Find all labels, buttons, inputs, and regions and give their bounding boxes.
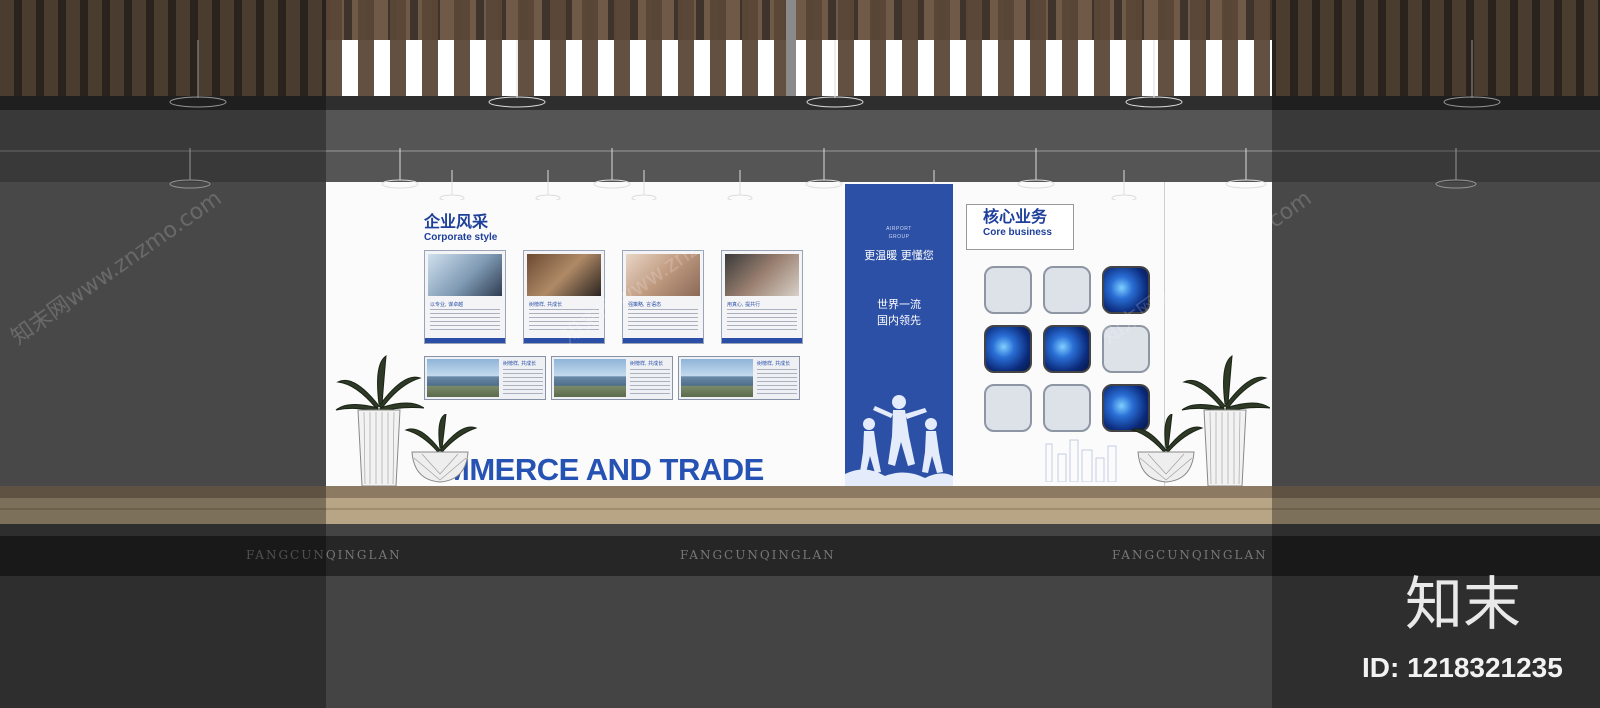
card-accent-bar xyxy=(425,338,505,343)
banner-slogan: 更温暖 更懂您 xyxy=(864,249,934,262)
panel-caption: 树榜样, 共成长 xyxy=(503,361,537,367)
card-accent-bar xyxy=(623,338,703,343)
card-body-text xyxy=(727,309,797,333)
card-accent-bar xyxy=(722,338,802,343)
building-photo xyxy=(681,359,753,397)
floor-label: FANGCUNQINGLAN xyxy=(1112,548,1268,562)
card-body-text xyxy=(628,309,698,333)
building-photo xyxy=(427,359,499,397)
core-business-title-en: Core business xyxy=(983,227,1052,238)
floor-label: FANGCUNQINGLAN xyxy=(680,548,836,562)
core-business-tile xyxy=(1043,325,1091,373)
tall-planter-right xyxy=(1181,355,1270,487)
card-body-text xyxy=(430,309,500,333)
city-skyline-sketch xyxy=(1045,439,1117,482)
banner-brand-line1: AIRPORT xyxy=(886,226,912,232)
card-caption: 树榜样, 共成长 xyxy=(529,302,563,308)
corporate-style-title-en: Corporate style xyxy=(424,232,498,243)
small-planter-left xyxy=(404,414,478,483)
scene-render: 企业风采 Corporate style 以专业, 谋卓越 树榜样, 共成长 强… xyxy=(0,0,1600,708)
core-business-title-cn: 核心业务 xyxy=(983,207,1048,226)
building-panel: 树榜样, 共成长 xyxy=(424,356,546,400)
core-business-tile xyxy=(984,266,1032,314)
image-id-watermark: ID: 1218321235 xyxy=(1362,652,1563,683)
core-business-tile xyxy=(984,384,1032,432)
vertical-banner: AIRPORT GROUP 更温暖 更懂您 世界一流 国内领先 xyxy=(845,184,953,486)
panel-caption: 树榜样, 共成长 xyxy=(757,361,791,367)
corporate-card: 用真心, 提共行 xyxy=(721,250,803,344)
building-panel: 树榜样, 共成长 xyxy=(551,356,673,400)
panel-body-text xyxy=(503,369,543,395)
building-panel: 树榜样, 共成长 xyxy=(678,356,800,400)
card-caption: 以专业, 谋卓越 xyxy=(430,302,464,308)
corporate-style-title-cn: 企业风采 xyxy=(424,212,489,231)
card-photo xyxy=(725,254,799,296)
card-caption: 用真心, 提共行 xyxy=(727,302,761,308)
banner-brand-line2: GROUP xyxy=(888,234,910,240)
building-photo xyxy=(554,359,626,397)
wall-slogan: MMERCE AND TRADE xyxy=(444,452,764,487)
core-business-heading: 核心业务 Core business xyxy=(966,204,1074,250)
banner-line-world-class: 世界一流 xyxy=(877,298,921,311)
brand-watermark: 知末 xyxy=(1405,570,1522,638)
panel-caption: 树榜样, 共成长 xyxy=(630,361,664,367)
corporate-card: 以专业, 谋卓越 xyxy=(424,250,506,344)
card-photo xyxy=(527,254,601,296)
panel-body-text xyxy=(630,369,670,395)
panel-body-text xyxy=(757,369,797,395)
core-business-tile xyxy=(1043,266,1091,314)
side-shade-left xyxy=(0,0,326,708)
card-photo xyxy=(428,254,502,296)
core-business-tile xyxy=(984,325,1032,373)
core-business-tile xyxy=(1043,384,1091,432)
children-silhouette xyxy=(845,395,953,486)
corporate-style-heading: 企业风采 Corporate style xyxy=(424,212,497,244)
banner-line-domestic-lead: 国内领先 xyxy=(877,314,921,327)
